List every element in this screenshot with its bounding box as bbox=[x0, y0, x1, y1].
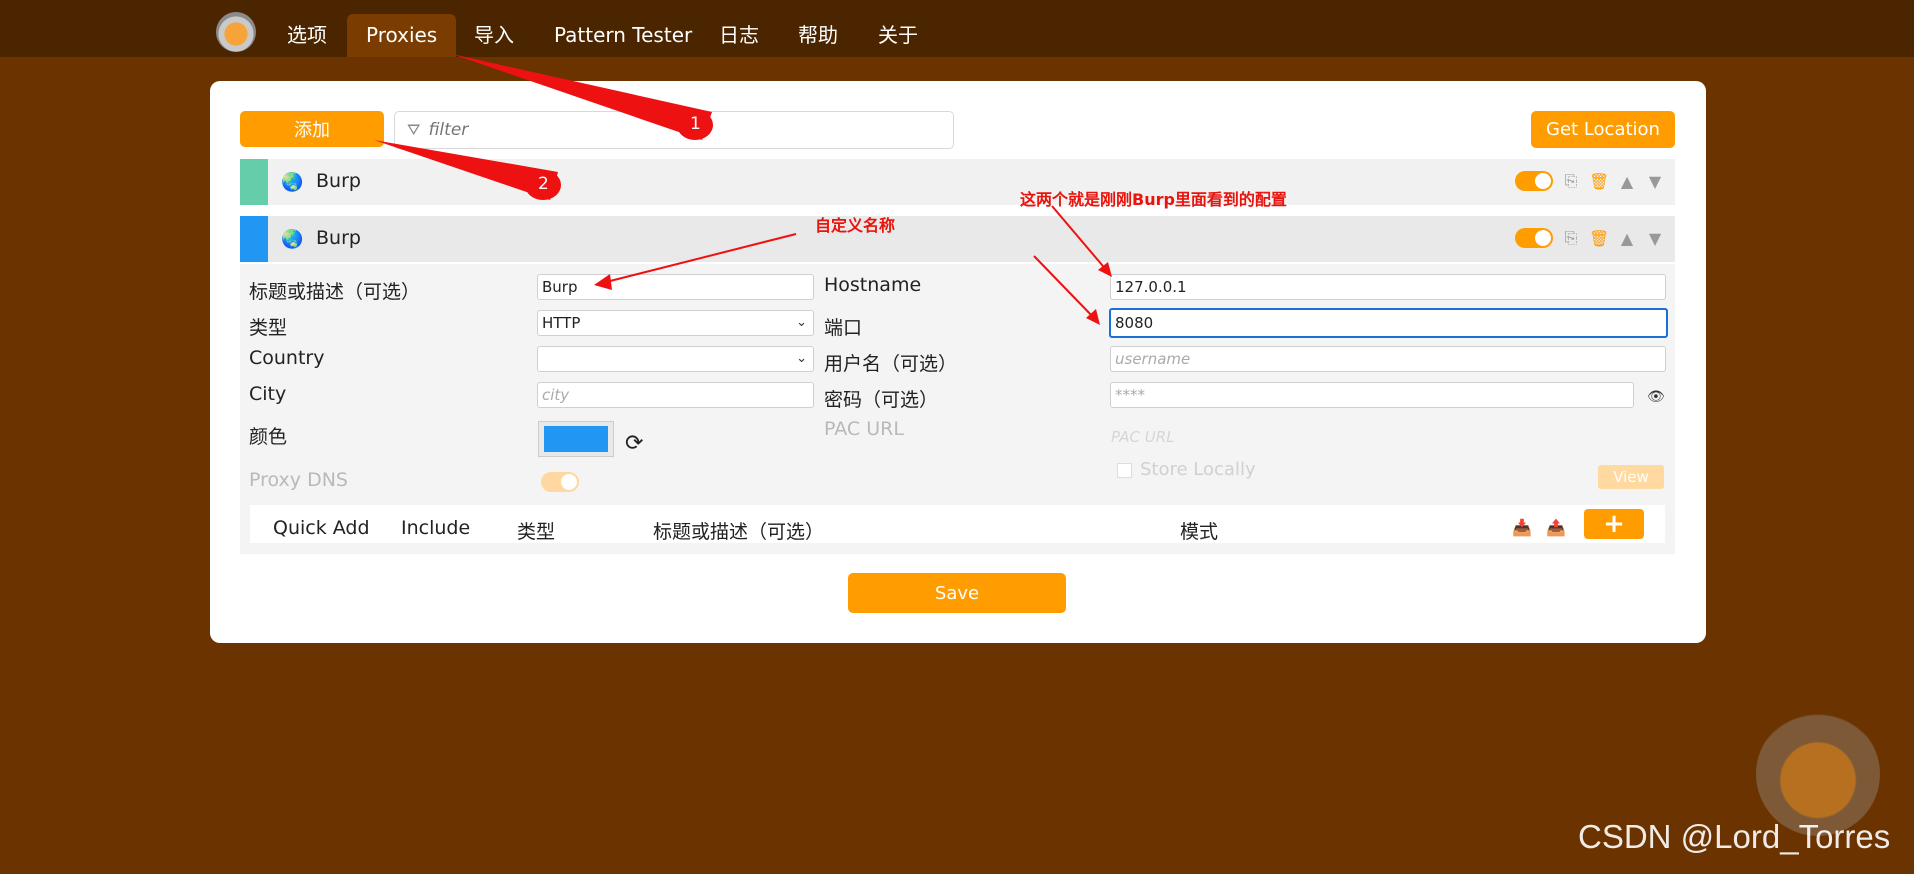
arrowhead bbox=[594, 274, 612, 290]
annotation-arrows bbox=[374, 54, 1112, 325]
annotation-arrow-1 bbox=[452, 54, 712, 140]
annotation-burp-config: 这两个就是刚刚Burp里面看到的配置 bbox=[1020, 190, 1287, 209]
csdn-watermark: CSDN @Lord_Torres bbox=[1578, 818, 1891, 855]
annotation-badge-2-number: 2 bbox=[538, 174, 549, 194]
annotation-custom-name: 自定义名称 bbox=[815, 216, 896, 235]
annotation-badge-1-number: 1 bbox=[690, 114, 701, 134]
arrowhead bbox=[1098, 262, 1112, 277]
annotation-arrow-name bbox=[601, 233, 797, 284]
annotation-arrow-hostname bbox=[1051, 205, 1109, 273]
annotation-arrow-port bbox=[1033, 255, 1097, 321]
